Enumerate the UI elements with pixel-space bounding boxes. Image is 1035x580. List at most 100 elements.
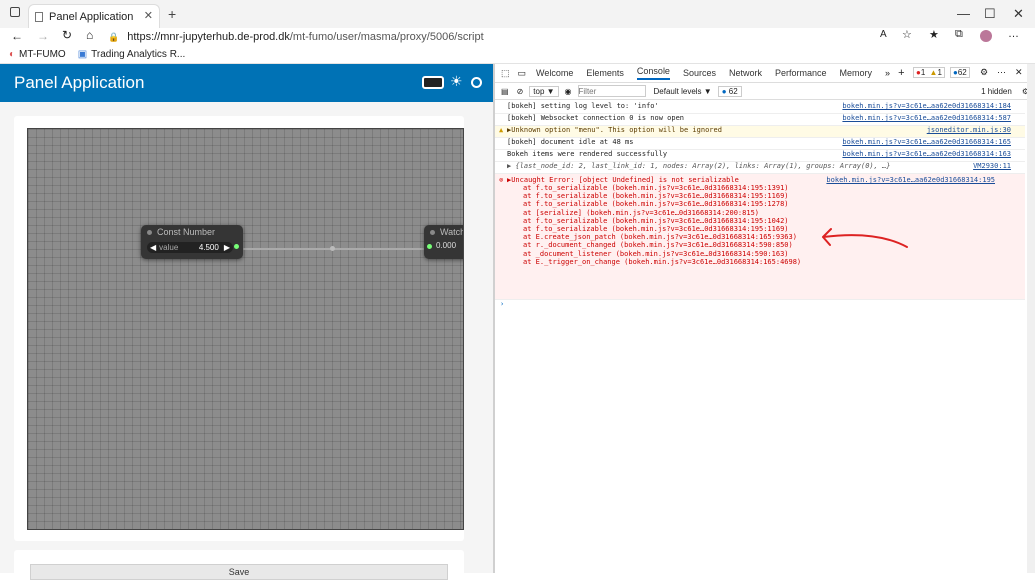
const-number-node[interactable]: Const Number ◀ value 4.500 ▶	[141, 225, 243, 259]
collections-icon[interactable]: ⧉	[955, 28, 963, 41]
warning-icon: ▲	[499, 126, 504, 134]
back-icon[interactable]: ←	[11, 29, 23, 43]
stack-frame[interactable]: at r._document_changed (bokeh.min.js?v=3…	[523, 241, 801, 249]
profile-avatar[interactable]	[980, 30, 992, 42]
devtools-panel: ⬚ ▭ Welcome Elements Console Sources Net…	[495, 64, 1035, 573]
stack-frame[interactable]: at f.to_serializable (bokeh.min.js?v=3c6…	[523, 200, 801, 208]
stack-frame[interactable]: at _document_listener (bokeh.min.js?v=3c…	[523, 250, 801, 258]
stack-frame[interactable]: at E.create_json_patch (bokeh.min.js?v=3…	[523, 233, 801, 241]
watch-value: 0.000	[436, 241, 457, 250]
device-icon[interactable]: ▭	[518, 68, 527, 79]
levels-select[interactable]: Default levels ▼	[654, 87, 712, 96]
inspect-icon[interactable]: ⬚	[501, 68, 510, 79]
favorite-icon[interactable]: ☆	[902, 28, 912, 41]
customize-icon[interactable]: ⋯	[997, 67, 1006, 78]
tab-performance[interactable]: Performance	[775, 68, 827, 78]
close-window-icon[interactable]: ✕	[1013, 6, 1024, 22]
minimize-icon[interactable]: —	[957, 6, 970, 21]
increment-icon[interactable]: ▶	[224, 243, 230, 252]
graph-card: Const Number ◀ value 4.500 ▶ Watch 0.000	[14, 116, 464, 541]
output-port-icon[interactable]	[234, 244, 239, 249]
sun-icon[interactable]: ☀	[450, 73, 463, 90]
circle-icon[interactable]	[471, 77, 482, 88]
tab-welcome[interactable]: Welcome	[536, 68, 573, 78]
context-select[interactable]: top ▼	[529, 85, 559, 97]
tab-network[interactable]: Network	[729, 68, 762, 78]
warning-count: 1	[937, 68, 942, 77]
url-field[interactable]: 🔒 https://mnr-jupyterhub.de-prod.dk /mt-…	[108, 30, 928, 44]
add-tab-icon[interactable]: +	[898, 67, 904, 79]
bookmark-folder-icon: ▣	[77, 49, 88, 60]
link-midpoint	[330, 246, 335, 251]
stack-frame[interactable]: at f.to_serializable (bokeh.min.js?v=3c6…	[523, 217, 801, 225]
devtools-tabs: ⬚ ▭ Welcome Elements Console Sources Net…	[495, 64, 1035, 83]
litegraph-canvas[interactable]: Const Number ◀ value 4.500 ▶ Watch 0.000	[27, 128, 464, 530]
page-title: Panel Application	[14, 73, 145, 92]
issues-badge[interactable]: ● 62	[717, 85, 742, 97]
list-item: ▲ ▶Unknown option "menu". This option wil…	[495, 126, 1025, 138]
console-prompt[interactable]: ›	[495, 300, 1025, 312]
browser-tab[interactable]: Panel Application ✕	[28, 4, 160, 28]
hidden-count: 1 hidden	[981, 86, 1012, 96]
list-item: ▶ {last_node_id: 2, last_link_id: 1, nod…	[495, 162, 1025, 174]
bookmark-trading-analytics[interactable]: Trading Analytics R...	[91, 49, 185, 60]
decrement-icon[interactable]: ◀	[150, 243, 156, 252]
message-badge[interactable]: ●62	[950, 67, 970, 78]
error-entry: ⊗ ▶Uncaught Error: [object Undefined] is…	[495, 174, 1025, 300]
error-stack: at f.to_serializable (bokeh.min.js?v=3c6…	[523, 184, 801, 266]
read-aloud-icon[interactable]: A	[880, 29, 887, 40]
lock-icon: 🔒	[108, 31, 120, 42]
more-menu-icon[interactable]: …	[1008, 28, 1019, 40]
tab-elements[interactable]: Elements	[586, 68, 624, 78]
error-icon: ⊗	[499, 176, 504, 184]
close-devtools-icon[interactable]: ✕	[1015, 67, 1023, 78]
watch-node[interactable]: Watch 0.000	[424, 225, 463, 259]
close-tab-icon[interactable]: ✕	[144, 9, 153, 22]
stack-frame[interactable]: at f.to_serializable (bokeh.min.js?v=3c6…	[523, 192, 801, 200]
panel-header: Panel Application ☀	[0, 64, 493, 102]
error-badge[interactable]: ●1 ▲1	[913, 67, 945, 78]
node-status-dot	[430, 229, 435, 235]
error-count: 1	[920, 68, 926, 77]
console-toolbar: ▤ ⊘ top ▼ ◉ Default levels ▼ ● 62 1 hidd…	[495, 83, 1035, 100]
url-path: /mt-fumo/user/masma/proxy/5006/script	[289, 31, 484, 43]
list-item: [bokeh] setting log level to: 'info' boke…	[495, 102, 1025, 114]
value-label: value	[159, 243, 179, 252]
maximize-icon[interactable]: ☐	[984, 6, 996, 22]
red-arrow-annotation	[822, 228, 908, 248]
input-port-icon[interactable]	[427, 244, 432, 249]
tab-actions-icon[interactable]	[10, 7, 20, 17]
theme-toggle[interactable]	[422, 76, 444, 89]
home-icon[interactable]: ⌂	[86, 28, 93, 42]
new-tab-icon[interactable]: +	[168, 6, 176, 22]
stack-frame[interactable]: at E._trigger_on_change (bokeh.min.js?v=…	[523, 258, 801, 266]
tab-sources[interactable]: Sources	[683, 68, 716, 78]
stack-frame[interactable]: at f.to_serializable (bokeh.min.js?v=3c6…	[523, 184, 801, 192]
bookmark-mt-fumo[interactable]: MT-FUMO	[19, 49, 66, 60]
page-scrollbar[interactable]	[1027, 64, 1035, 573]
stack-frame[interactable]: at f.to_serializable (bokeh.min.js?v=3c6…	[523, 225, 801, 233]
value-widget[interactable]: ◀ value 4.500 ▶	[147, 242, 233, 253]
filter-input[interactable]	[577, 85, 646, 97]
value-number: 4.500	[198, 243, 219, 252]
browser-tab-bar: Panel Application ✕ + — ☐ ✕	[0, 0, 1035, 28]
tab-memory[interactable]: Memory	[840, 68, 873, 78]
forward-icon[interactable]: →	[37, 29, 49, 43]
tab-title: Panel Application	[49, 10, 134, 23]
tab-console[interactable]: Console	[636, 66, 670, 80]
eye-icon[interactable]: ◉	[565, 87, 572, 96]
panel-body: Const Number ◀ value 4.500 ▶ Watch 0.000…	[0, 102, 493, 580]
more-tabs-icon[interactable]: »	[885, 68, 890, 78]
list-item: [bokeh] document idle at 48 ms bokeh.min.…	[495, 138, 1025, 150]
address-bar: ← → ↻ ⌂ 🔒 https://mnr-jupyterhub.de-prod…	[0, 28, 1035, 46]
save-button[interactable]: Save	[30, 564, 448, 580]
console-output: [bokeh] setting log level to: 'info' boke…	[495, 100, 1025, 573]
clear-console-icon[interactable]: ⊘	[517, 87, 524, 96]
error-message[interactable]: ▶Uncaught Error: [object Undefined] is n…	[507, 176, 739, 184]
favorites-icon[interactable]: ★	[929, 28, 939, 41]
settings-icon[interactable]: ⚙	[980, 67, 988, 78]
sidebar-icon[interactable]: ▤	[501, 87, 509, 96]
stack-frame[interactable]: at [serialize] (bokeh.min.js?v=3c61e…0d3…	[523, 209, 801, 217]
page-icon	[35, 11, 43, 22]
reload-icon[interactable]: ↻	[62, 28, 72, 42]
